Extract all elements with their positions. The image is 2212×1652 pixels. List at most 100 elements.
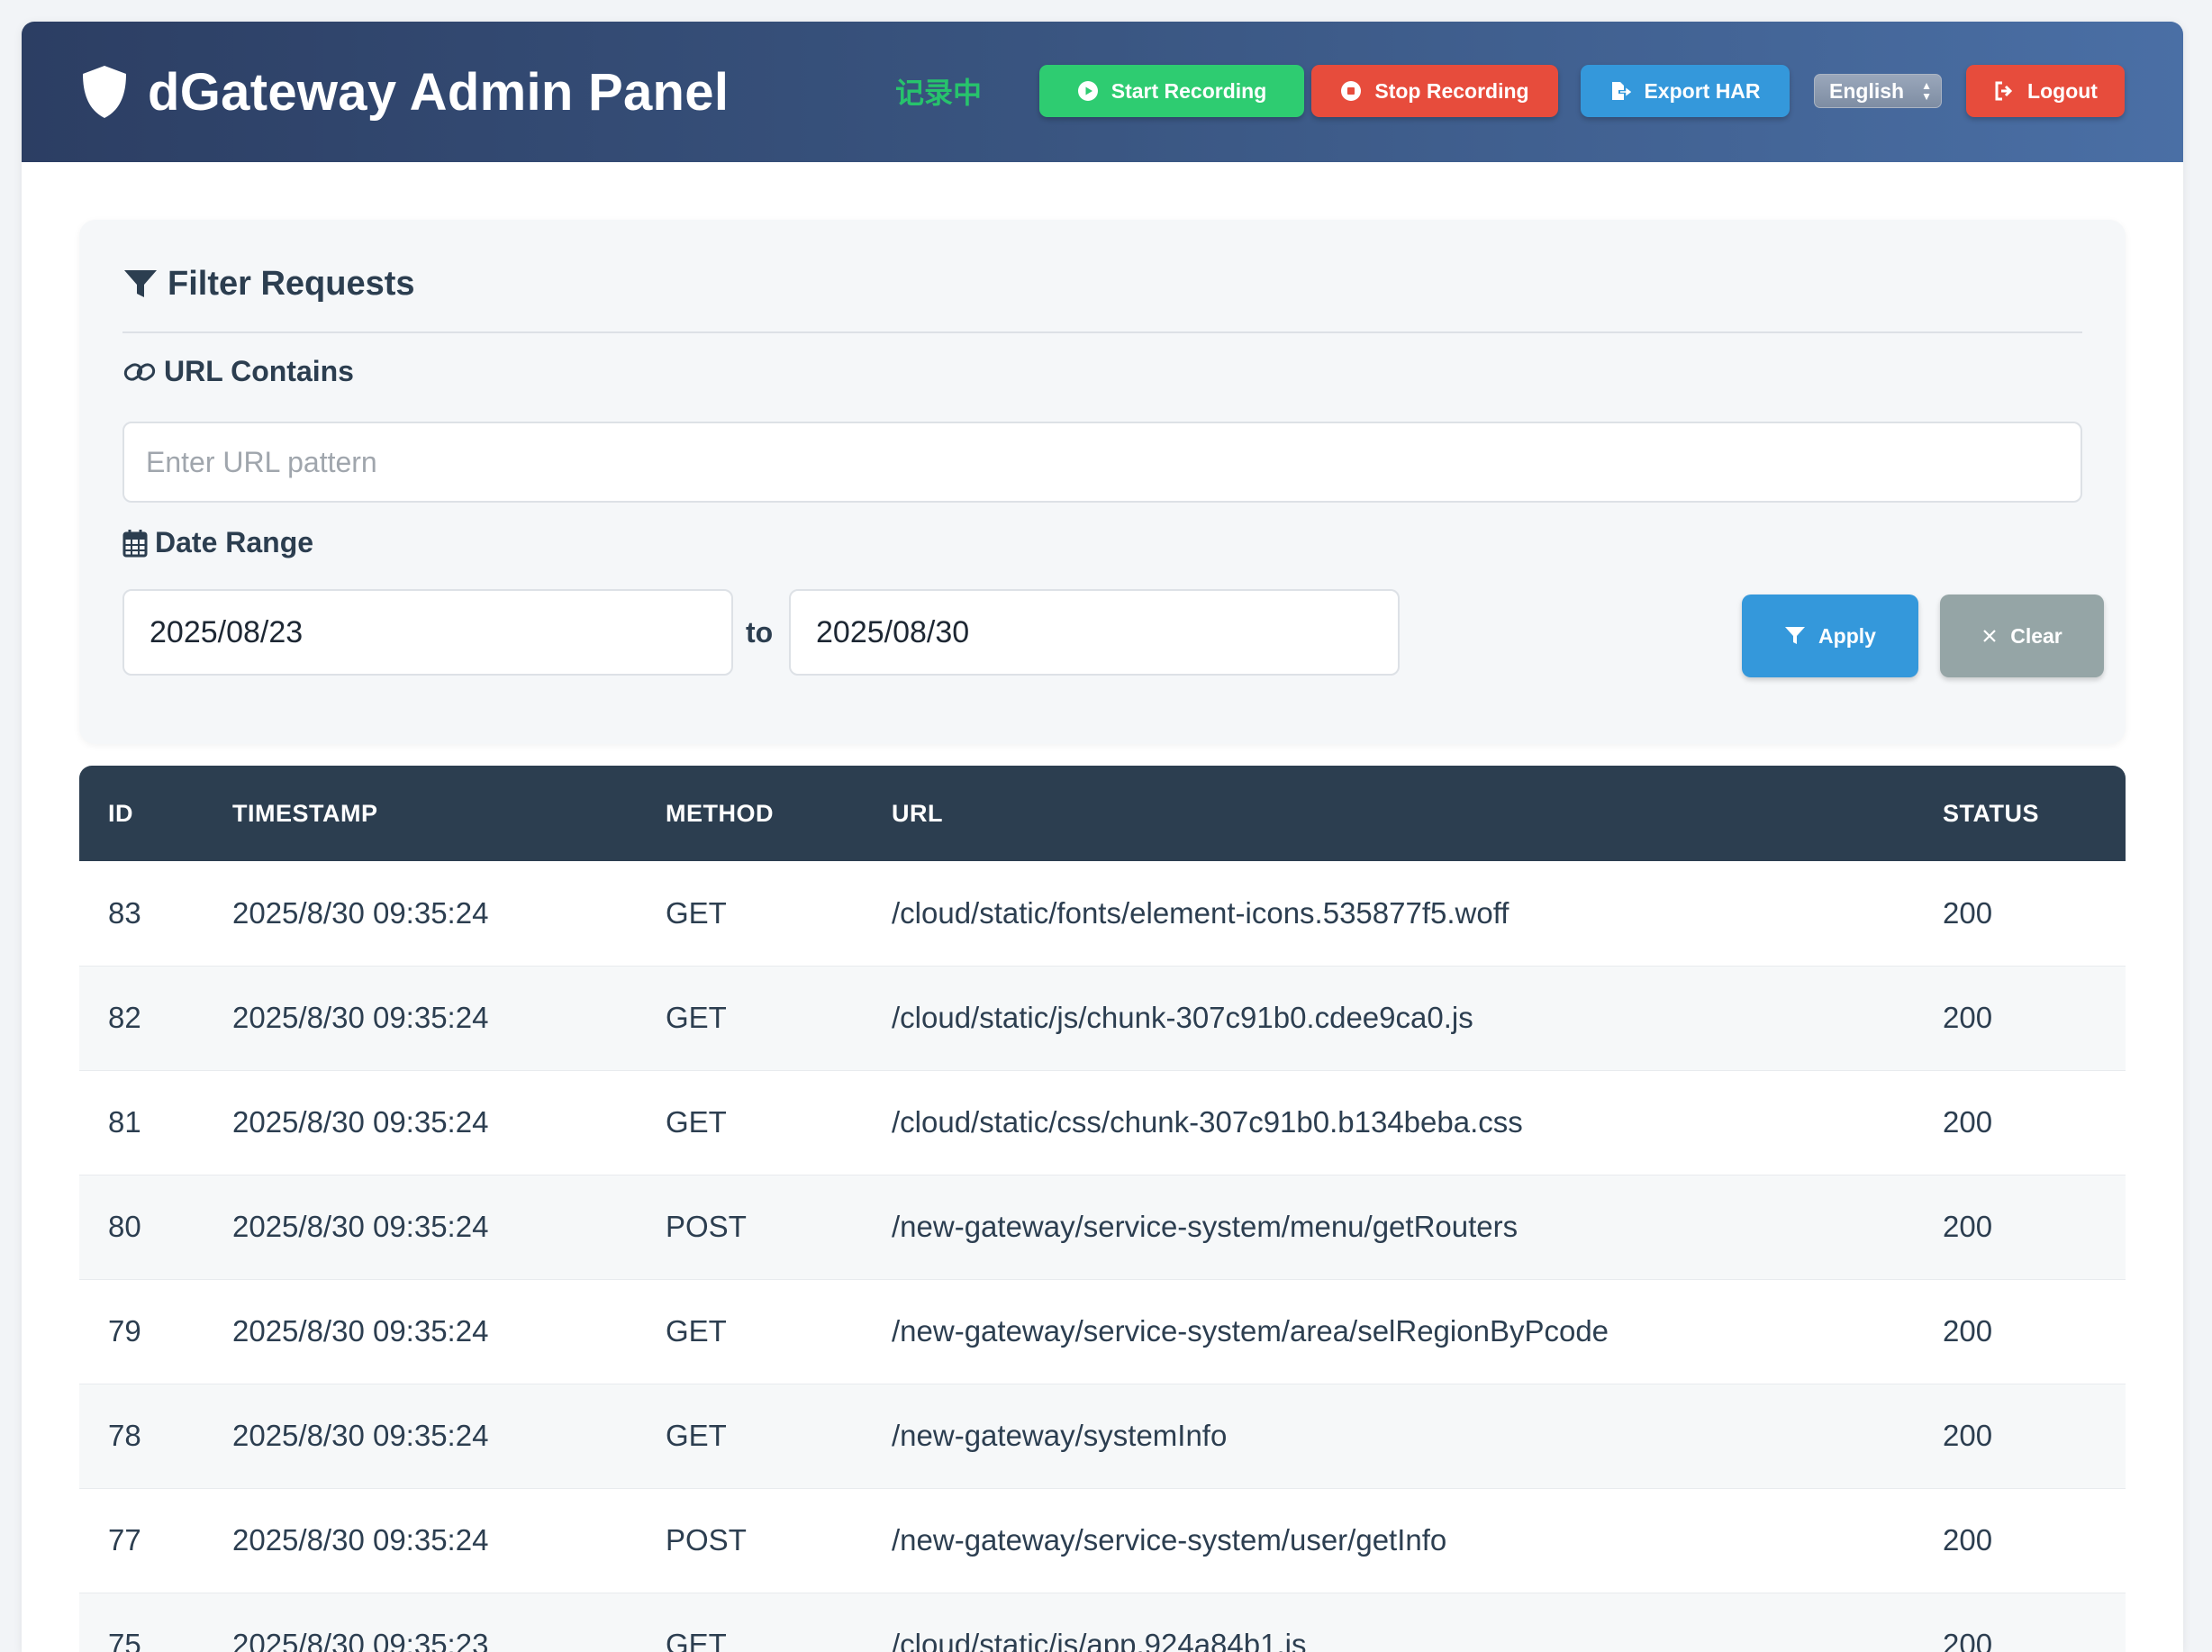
clear-label: Clear	[2010, 623, 2062, 648]
table-row[interactable]: 83 2025/8/30 09:35:24 GET /cloud/static/…	[79, 861, 2126, 966]
date-to-separator: to	[746, 616, 774, 649]
requests-table: ID TIMESTAMP METHOD URL STATUS 83 2025/8…	[79, 766, 2126, 1652]
column-header-timestamp[interactable]: TIMESTAMP	[204, 766, 637, 861]
cell-url: /new-gateway/systemInfo	[892, 1419, 1228, 1452]
cell-method: GET	[666, 1001, 727, 1034]
date-from-input[interactable]: 2025/08/23	[122, 589, 733, 676]
date-range-label-text: Date Range	[155, 526, 314, 558]
cell-url: /cloud/static/css/chunk-307c91b0.b134beb…	[892, 1105, 1523, 1139]
filter-icon	[124, 269, 157, 297]
table-row[interactable]: 78 2025/8/30 09:35:24 GET /new-gateway/s…	[79, 1384, 2126, 1488]
date-to-input[interactable]: 2025/08/30	[789, 589, 1400, 676]
app-title: dGateway Admin Panel	[148, 62, 730, 122]
file-export-icon	[1612, 82, 1632, 100]
logout-button[interactable]: Logout	[1966, 65, 2125, 117]
date-from-value: 2025/08/23	[150, 614, 304, 649]
cell-method: GET	[666, 1105, 727, 1139]
cell-id: 81	[108, 1105, 141, 1139]
cell-method: POST	[666, 1523, 747, 1557]
cell-status: 200	[1943, 1210, 1993, 1243]
cell-timestamp: 2025/8/30 09:35:24	[232, 895, 489, 930]
column-header-method[interactable]: METHOD	[637, 766, 863, 861]
brand: dGateway Admin Panel	[79, 62, 729, 123]
link-icon	[123, 362, 156, 381]
cell-status: 200	[1943, 1314, 1993, 1348]
cell-url: /cloud/static/fonts/element-icons.535877…	[892, 895, 1509, 930]
table-row[interactable]: 77 2025/8/30 09:35:24 POST /new-gateway/…	[79, 1488, 2126, 1593]
filter-title-text: Filter Requests	[168, 265, 415, 303]
filter-title: Filter Requests	[122, 265, 415, 304]
cell-method: GET	[666, 895, 727, 930]
cell-timestamp: 2025/8/30 09:35:24	[232, 1001, 489, 1034]
cell-id: 77	[108, 1523, 141, 1557]
cell-method: POST	[666, 1210, 747, 1243]
logout-label: Logout	[2027, 78, 2098, 103]
cell-url: /new-gateway/service-system/area/selRegi…	[892, 1314, 1609, 1348]
divider	[122, 331, 2082, 333]
cell-status: 200	[1943, 1001, 1993, 1034]
cell-id: 75	[108, 1628, 141, 1652]
start-recording-button[interactable]: Start Recording	[1039, 65, 1304, 117]
requests-table-container: ID TIMESTAMP METHOD URL STATUS 83 2025/8…	[79, 766, 2126, 1652]
cell-status: 200	[1943, 1419, 1993, 1452]
calendar-icon	[122, 529, 148, 557]
cell-id: 83	[108, 895, 141, 930]
start-recording-label: Start Recording	[1111, 78, 1267, 103]
column-header-id[interactable]: ID	[79, 766, 204, 861]
cell-timestamp: 2025/8/30 09:35:24	[232, 1105, 489, 1139]
date-range-label: Date Range	[122, 526, 313, 559]
language-value: English	[1829, 78, 1905, 103]
cell-timestamp: 2025/8/30 09:35:24	[232, 1210, 489, 1243]
cell-url: /new-gateway/service-system/menu/getRout…	[892, 1210, 1518, 1243]
table-row[interactable]: 75 2025/8/30 09:35:23 GET /cloud/static/…	[79, 1593, 2126, 1652]
cell-status: 200	[1943, 1105, 1993, 1139]
sign-out-icon	[1995, 81, 2013, 101]
cell-method: GET	[666, 1314, 727, 1348]
table-row[interactable]: 81 2025/8/30 09:35:24 GET /cloud/static/…	[79, 1070, 2126, 1175]
cell-timestamp: 2025/8/30 09:35:24	[232, 1523, 489, 1557]
filter-icon	[1785, 627, 1806, 644]
cell-url: /cloud/static/js/chunk-307c91b0.cdee9ca0…	[892, 1001, 1473, 1034]
table-row[interactable]: 79 2025/8/30 09:35:24 GET /new-gateway/s…	[79, 1279, 2126, 1384]
cell-id: 78	[108, 1419, 141, 1452]
column-header-status[interactable]: STATUS	[1914, 766, 2126, 861]
cell-id: 82	[108, 1001, 141, 1034]
export-har-button[interactable]: Export HAR	[1581, 65, 1790, 117]
clear-filter-button[interactable]: Clear	[1940, 595, 2104, 677]
select-arrows-icon: ▲ ▼	[1921, 79, 1932, 103]
cell-status: 200	[1943, 895, 1993, 930]
cell-timestamp: 2025/8/30 09:35:24	[232, 1419, 489, 1452]
cell-id: 79	[108, 1314, 141, 1348]
table-row[interactable]: 82 2025/8/30 09:35:24 GET /cloud/static/…	[79, 966, 2126, 1070]
url-label-text: URL Contains	[164, 355, 354, 387]
table-row[interactable]: 80 2025/8/30 09:35:24 POST /new-gateway/…	[79, 1175, 2126, 1279]
cell-timestamp: 2025/8/30 09:35:24	[232, 1314, 489, 1348]
cell-url: /cloud/static/js/app.924a84b1.js	[892, 1628, 1307, 1652]
play-circle-icon	[1077, 81, 1098, 101]
cell-url: /new-gateway/service-system/user/getInfo	[892, 1523, 1447, 1557]
app-window: dGateway Admin Panel 记录中 Start Recording…	[22, 22, 2183, 1652]
apply-filter-button[interactable]: Apply	[1742, 595, 1918, 677]
cell-method: GET	[666, 1628, 727, 1652]
cell-status: 200	[1943, 1523, 1993, 1557]
table-header-row: ID TIMESTAMP METHOD URL STATUS	[79, 766, 2126, 861]
url-pattern-input[interactable]	[122, 422, 2082, 503]
export-har-label: Export HAR	[1644, 78, 1761, 103]
url-label: URL Contains	[122, 355, 354, 388]
shield-icon	[83, 66, 126, 118]
date-to-value: 2025/08/30	[816, 614, 970, 649]
language-select[interactable]: English ▲ ▼	[1814, 74, 1942, 108]
filter-panel: Filter Requests URL Contains Date Range …	[79, 220, 2126, 744]
apply-label: Apply	[1818, 623, 1876, 648]
stop-circle-icon	[1341, 81, 1362, 101]
close-icon	[1983, 630, 1997, 642]
cell-method: GET	[666, 1419, 727, 1452]
column-header-url[interactable]: URL	[863, 766, 1914, 861]
top-header: dGateway Admin Panel 记录中 Start Recording…	[22, 22, 2183, 162]
stop-recording-button[interactable]: Stop Recording	[1311, 65, 1558, 117]
cell-timestamp: 2025/8/30 09:35:23	[232, 1628, 489, 1652]
stop-recording-label: Stop Recording	[1374, 78, 1529, 103]
cell-status: 200	[1943, 1628, 1993, 1652]
cell-id: 80	[108, 1210, 141, 1243]
recording-status: 记录中	[895, 76, 983, 110]
